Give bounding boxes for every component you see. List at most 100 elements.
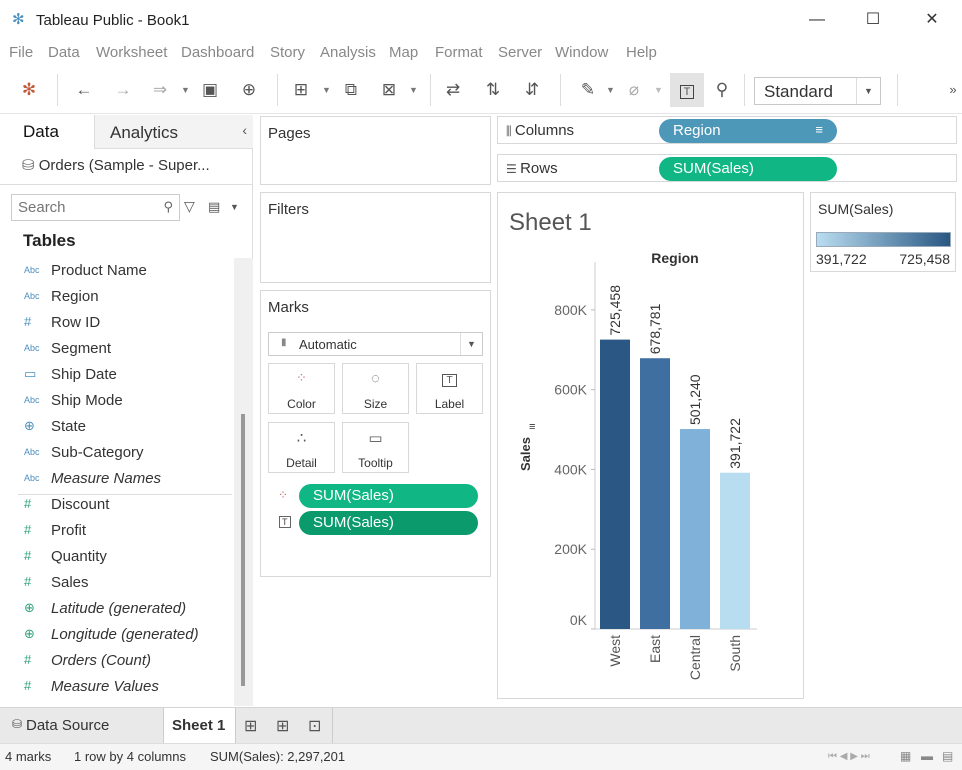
replay-icon[interactable]: ⇒ bbox=[148, 78, 172, 102]
tab-data[interactable]: Data bbox=[0, 115, 95, 149]
field-item[interactable]: # Profit bbox=[0, 518, 235, 544]
menu-story[interactable]: Story bbox=[270, 44, 305, 61]
clear-sheet-icon[interactable]: ⊠ bbox=[377, 78, 401, 102]
new-datasource-icon[interactable]: ⊕ bbox=[237, 78, 261, 102]
menu-map[interactable]: Map bbox=[389, 44, 418, 61]
tab-analytics-label: Analytics bbox=[110, 123, 179, 142]
scrollbar-thumb[interactable] bbox=[241, 414, 245, 686]
label-label: Label bbox=[434, 397, 465, 411]
filter-fields-icon[interactable]: ▽ bbox=[184, 198, 195, 215]
menu-analysis[interactable]: Analysis bbox=[320, 44, 376, 61]
size-label: Size bbox=[363, 397, 388, 411]
menu-server[interactable]: Server bbox=[498, 44, 542, 61]
field-item[interactable]: ⊕ Latitude (generated) bbox=[0, 596, 235, 622]
datasource-item[interactable]: ⛁ Orders (Sample - Super... bbox=[22, 156, 210, 174]
fix-axes-icon[interactable]: ⚲ bbox=[710, 78, 734, 102]
field-item[interactable]: Abc Ship Mode bbox=[0, 388, 235, 414]
group-icon[interactable]: ⌀ bbox=[622, 78, 646, 102]
field-item[interactable]: # Orders (Count) bbox=[0, 648, 235, 674]
size-button[interactable]: ◌ Size bbox=[342, 363, 409, 414]
field-item[interactable]: Abc Region bbox=[0, 284, 235, 310]
field-item[interactable]: ⊕ Longitude (generated) bbox=[0, 622, 235, 648]
fit-mode-select[interactable]: Standard ▼ bbox=[754, 77, 881, 105]
color-legend[interactable]: SUM(Sales) 391,722 725,458 bbox=[810, 192, 956, 272]
filters-card[interactable]: Filters bbox=[260, 192, 491, 283]
field-item[interactable]: Abc Sub-Category bbox=[0, 440, 235, 466]
new-worksheet-icon[interactable]: ⊞ bbox=[289, 78, 313, 102]
field-item[interactable]: # Measure Values bbox=[0, 674, 235, 700]
search-field[interactable]: ⚲ bbox=[11, 194, 180, 221]
tab-analytics[interactable]: Analytics ‹ bbox=[95, 115, 253, 149]
pages-card[interactable]: Pages bbox=[260, 116, 491, 185]
field-item[interactable]: ▭ Ship Date bbox=[0, 362, 235, 388]
data-label: 501,240 bbox=[687, 374, 703, 425]
tooltip-label: Tooltip bbox=[358, 456, 393, 470]
field-item[interactable]: # Row ID bbox=[0, 310, 235, 336]
menu-window[interactable]: Window bbox=[555, 44, 608, 61]
maximize-button[interactable]: ☐ bbox=[858, 8, 888, 32]
new-worksheet-tab-icon[interactable]: ⊞ bbox=[244, 716, 257, 736]
bar-south bbox=[720, 472, 750, 629]
redo-icon[interactable]: → bbox=[111, 78, 135, 102]
color-sum-sales-pill[interactable]: SUM(Sales) bbox=[299, 484, 478, 508]
sheet-1-tab[interactable]: Sheet 1 bbox=[163, 708, 236, 743]
group-dropdown-icon[interactable]: ▼ bbox=[654, 78, 663, 102]
show-mark-labels-icon[interactable]: T bbox=[670, 73, 704, 107]
swap-rows-columns-icon[interactable]: ⇄ bbox=[441, 78, 465, 102]
label-button[interactable]: T Label bbox=[416, 363, 483, 414]
string-type-icon: Abc bbox=[24, 343, 40, 353]
field-label: Latitude (generated) bbox=[51, 600, 187, 617]
data-source-tab[interactable]: ⛁ Data Source bbox=[0, 708, 163, 743]
data-label: 678,781 bbox=[647, 303, 663, 354]
close-button[interactable]: ✕ bbox=[917, 8, 947, 32]
view-options-dropdown-icon[interactable]: ▼ bbox=[230, 202, 239, 212]
menu-file[interactable]: File bbox=[9, 44, 33, 61]
field-item[interactable]: ⊕ State bbox=[0, 414, 235, 440]
field-item[interactable]: Abc Segment bbox=[0, 336, 235, 362]
minimize-button[interactable]: — bbox=[802, 8, 832, 32]
highlight-dropdown-icon[interactable]: ▼ bbox=[606, 78, 615, 102]
menu-worksheet[interactable]: Worksheet bbox=[96, 44, 167, 61]
duplicate-sheet-icon[interactable]: ⧉ bbox=[339, 78, 363, 102]
highlight-icon[interactable]: ✎ bbox=[576, 78, 600, 102]
label-sum-sales-pill[interactable]: SUM(Sales) bbox=[299, 511, 478, 535]
mark-type-select[interactable]: ▮ Automatic ▼ bbox=[268, 332, 483, 356]
region-pill[interactable]: Region ≡ bbox=[659, 119, 837, 143]
menu-data[interactable]: Data bbox=[48, 44, 80, 61]
show-sheet-sorter-icon[interactable]: ▦ bbox=[900, 749, 911, 763]
datasource-icon: ⛁ bbox=[22, 157, 39, 174]
sheet-navigation-icon[interactable]: ⏮ ◀ ▶ ⏭ bbox=[828, 751, 870, 762]
tooltip-button[interactable]: ▭ Tooltip bbox=[342, 422, 409, 473]
detail-button[interactable]: ∴ Detail bbox=[268, 422, 335, 473]
field-item[interactable]: # Discount bbox=[0, 492, 235, 518]
field-item[interactable]: # Sales bbox=[0, 570, 235, 596]
y-tick-label: 200K bbox=[554, 541, 587, 557]
menu-dashboard[interactable]: Dashboard bbox=[181, 44, 254, 61]
field-item[interactable]: # Quantity bbox=[0, 544, 235, 570]
undo-icon[interactable]: ← bbox=[72, 78, 96, 102]
new-dashboard-tab-icon[interactable]: ⊞ bbox=[276, 716, 289, 736]
axis-sort-icon[interactable]: ≡ bbox=[529, 421, 535, 433]
sort-descending-icon[interactable]: ⇵ bbox=[520, 78, 544, 102]
collapse-pane-icon[interactable]: ‹ bbox=[242, 122, 247, 138]
menu-format[interactable]: Format bbox=[435, 44, 483, 61]
toolbar-overflow-icon[interactable]: » bbox=[946, 78, 960, 102]
field-label: Sub-Category bbox=[51, 444, 144, 461]
new-story-tab-icon[interactable]: ⊡ bbox=[308, 716, 321, 736]
new-worksheet-dropdown-icon[interactable]: ▼ bbox=[322, 78, 331, 102]
show-filmstrip-icon[interactable]: ▬ bbox=[921, 749, 933, 763]
show-tabs-icon[interactable]: ▤ bbox=[942, 749, 953, 763]
clear-sheet-dropdown-icon[interactable]: ▼ bbox=[409, 78, 418, 102]
sum-sales-rows-pill[interactable]: SUM(Sales) bbox=[659, 157, 837, 181]
save-icon[interactable]: ▣ bbox=[198, 78, 222, 102]
menu-help[interactable]: Help bbox=[626, 44, 657, 61]
replay-dropdown-icon[interactable]: ▼ bbox=[181, 78, 190, 102]
tableau-home-icon[interactable]: ✻ bbox=[17, 78, 41, 102]
field-item[interactable]: Abc Product Name bbox=[0, 258, 235, 284]
field-item[interactable]: Abc Measure Names bbox=[0, 466, 235, 492]
color-button[interactable]: ⁘ Color bbox=[268, 363, 335, 414]
x-tick-label: East bbox=[647, 635, 663, 663]
search-input[interactable] bbox=[18, 199, 158, 216]
sort-ascending-icon[interactable]: ⇅ bbox=[481, 78, 505, 102]
view-options-icon[interactable]: ▤ bbox=[208, 199, 220, 215]
